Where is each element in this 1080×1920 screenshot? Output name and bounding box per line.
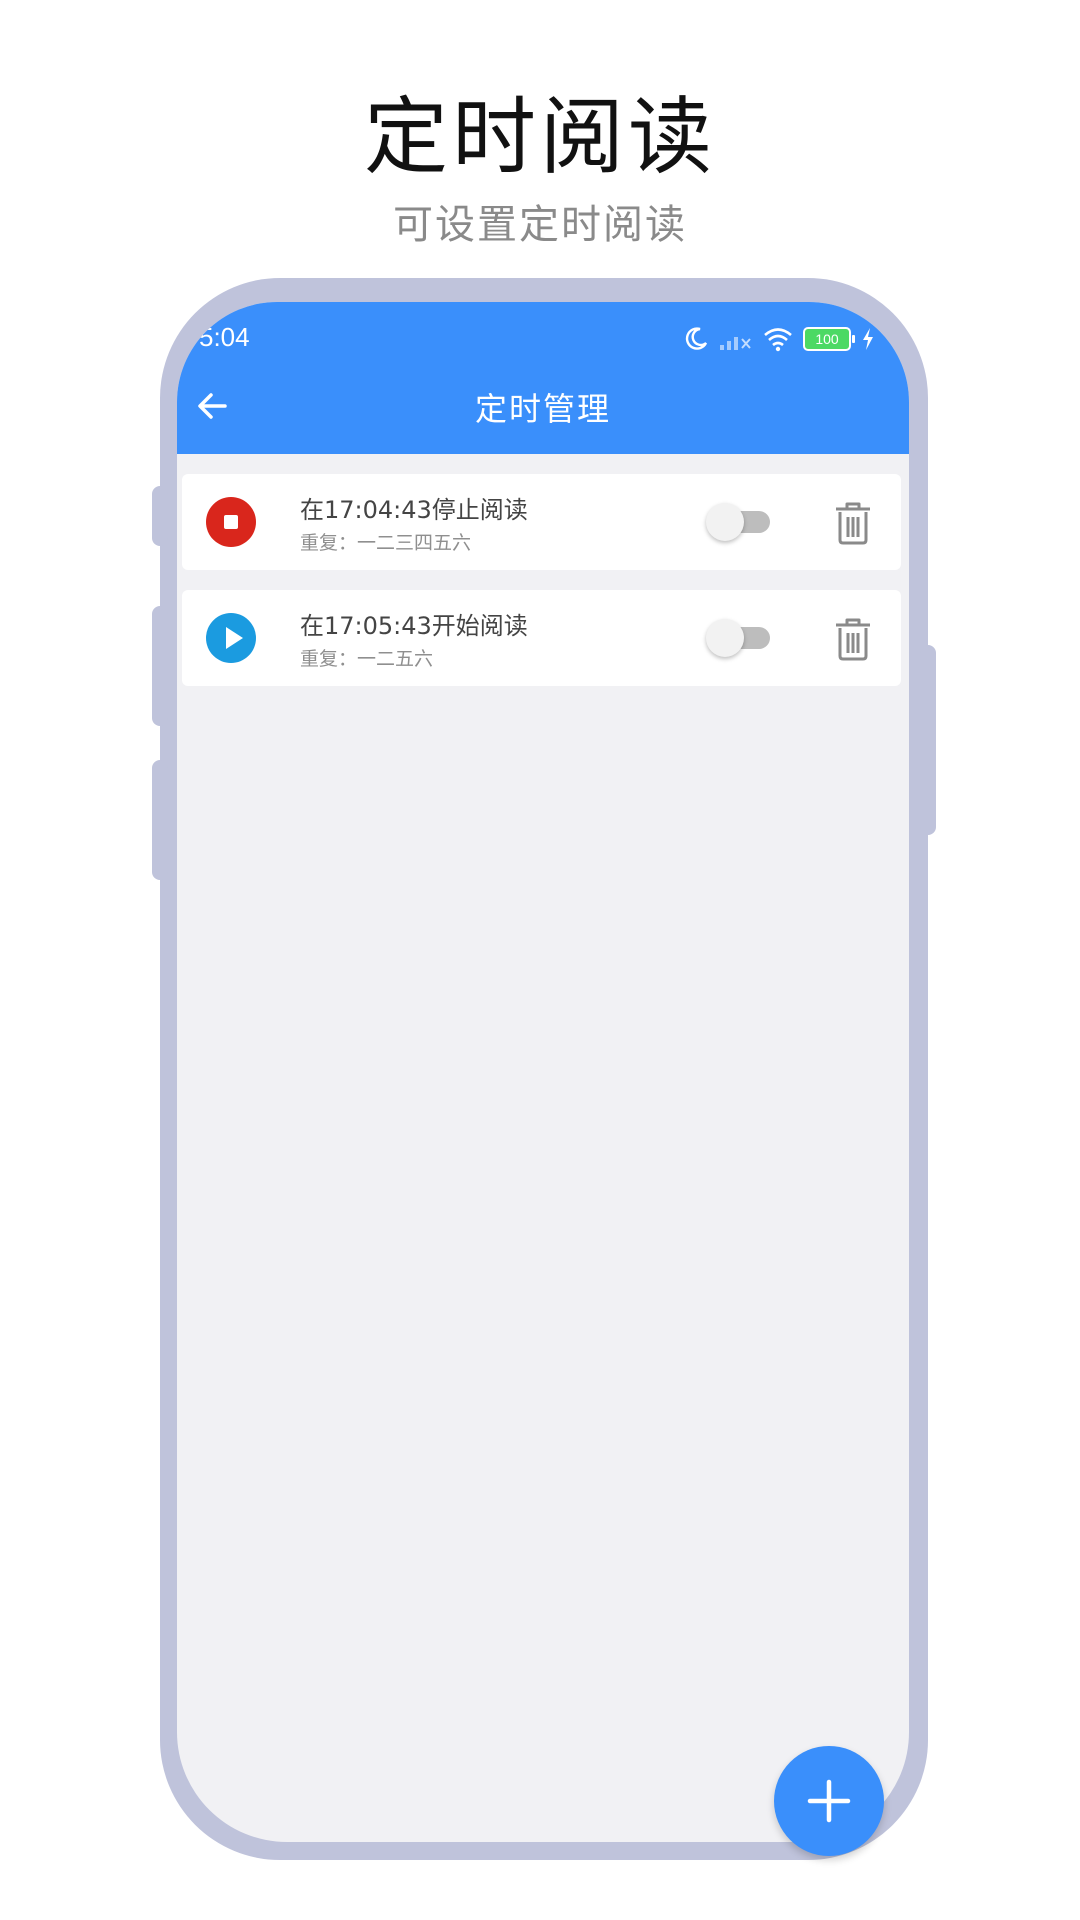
status-icons: 100 — [683, 322, 875, 356]
status-time: 5:04 — [199, 322, 250, 352]
task-toggle[interactable] — [706, 616, 770, 660]
phone-side-button — [920, 645, 936, 835]
signal-icon — [720, 337, 751, 350]
play-icon[interactable] — [206, 613, 256, 663]
phone-screen: 5:04 100 定时管理 在17:04:43停止阅读 重复：一二三四五六 在1… — [177, 302, 909, 1842]
promo-subtitle: 可设置定时阅读 — [393, 202, 687, 248]
add-task-button[interactable] — [774, 1746, 884, 1856]
phone-side-button — [152, 760, 168, 880]
task-repeat: 重复：一二三四五六 — [300, 532, 472, 554]
promo-title: 定时阅读 — [363, 88, 716, 186]
page-title: 定时管理 — [474, 390, 611, 428]
task-label: 在17:04:43停止阅读 — [300, 496, 528, 524]
task-label: 在17:05:43开始阅读 — [300, 612, 528, 640]
task-item: 在17:05:43开始阅读 重复：一二五六 — [182, 590, 901, 686]
task-repeat: 重复：一二五六 — [300, 648, 434, 670]
trash-icon[interactable] — [832, 500, 874, 546]
task-item: 在17:04:43停止阅读 重复：一二三四五六 — [182, 474, 901, 570]
app-header: 5:04 100 定时管理 — [177, 302, 909, 454]
moon-icon — [685, 327, 708, 350]
stop-icon[interactable] — [206, 497, 256, 547]
charging-icon — [863, 328, 873, 350]
phone-side-button — [152, 486, 168, 546]
trash-icon[interactable] — [832, 616, 874, 662]
battery-icon: 100 — [803, 327, 855, 351]
task-toggle[interactable] — [706, 500, 770, 544]
phone-side-button — [152, 606, 168, 726]
wifi-icon — [764, 328, 792, 352]
plus-icon — [807, 1779, 851, 1823]
